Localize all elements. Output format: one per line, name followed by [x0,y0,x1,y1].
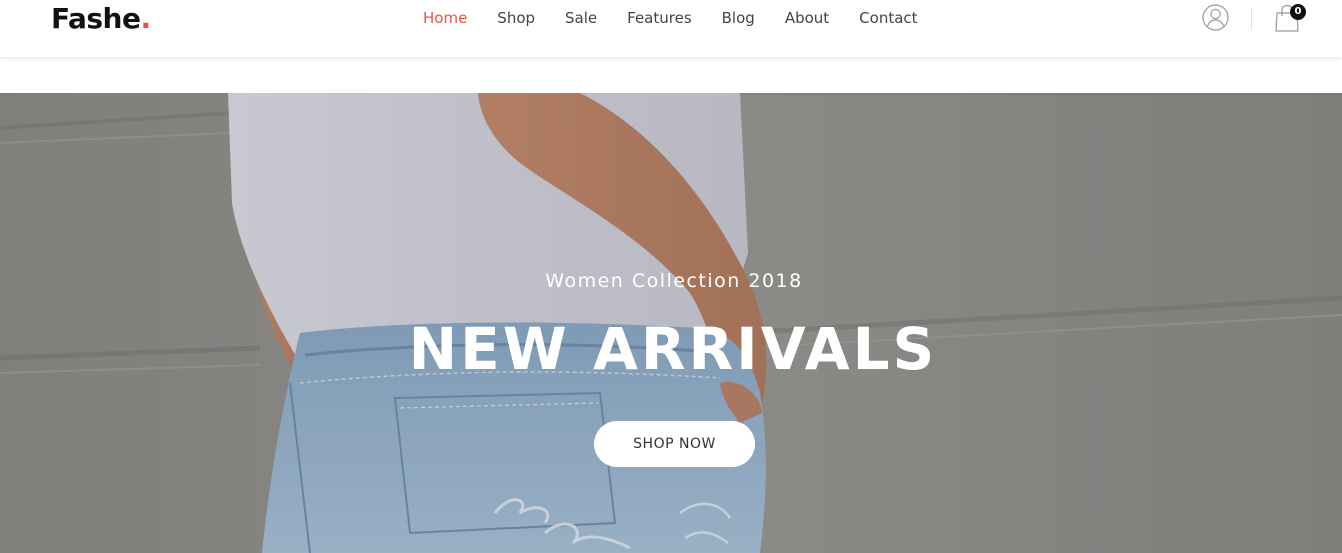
hero-banner: Women Collection 2018 NEW ARRIVALS SHOP … [0,93,1342,553]
nav-item-blog[interactable]: Blog [722,8,755,28]
header-icon-divider [1251,8,1252,30]
nav-item-contact[interactable]: Contact [859,8,917,28]
hero-subtitle: Women Collection 2018 [545,270,803,292]
cart-count-badge: 0 [1290,4,1306,20]
shop-now-button[interactable]: SHOP NOW [594,421,755,467]
logo[interactable]: Fashe. [51,2,151,35]
site-header: Fashe. Home Shop Sale Features Blog Abou… [0,0,1342,57]
nav-item-features[interactable]: Features [627,8,692,28]
nav-item-home[interactable]: Home [423,8,467,28]
logo-dot: . [140,2,151,35]
nav-item-shop[interactable]: Shop [497,8,535,28]
main-nav: Home Shop Sale Features Blog About Conta… [423,8,918,28]
user-circle-icon[interactable] [1202,4,1229,31]
logo-text: Fashe [51,2,141,35]
nav-item-sale[interactable]: Sale [565,8,597,28]
nav-item-about[interactable]: About [785,8,829,28]
hero-title: NEW ARRIVALS [408,315,938,383]
